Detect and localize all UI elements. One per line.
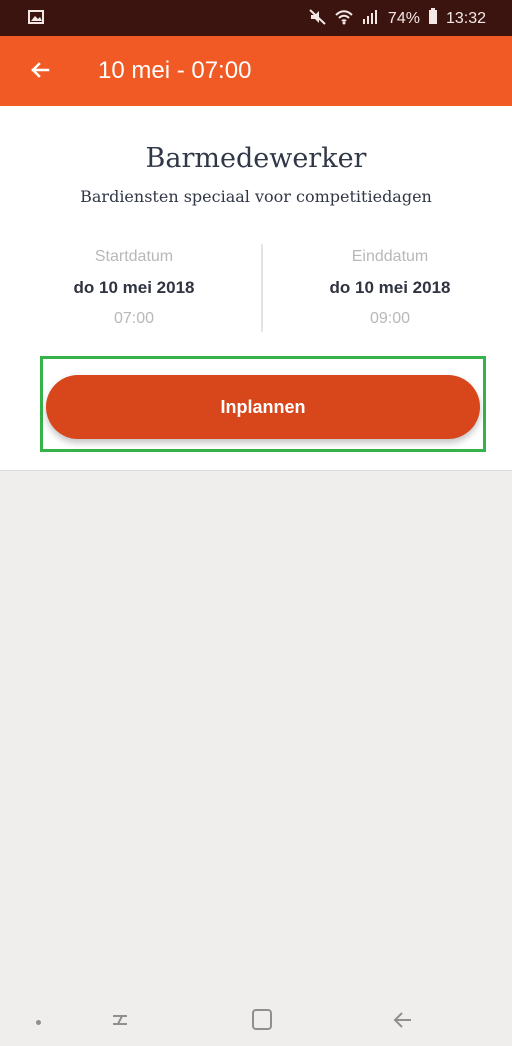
recent-apps-button[interactable] — [104, 1006, 136, 1034]
home-button[interactable] — [246, 1006, 278, 1034]
home-icon — [246, 1009, 278, 1037]
start-time-value: 07:00 — [113, 310, 155, 327]
start-date-value: do 10 mei 2018 — [73, 278, 195, 297]
system-back-button[interactable] — [387, 1006, 419, 1034]
shift-detail-card: Barmedewerker Bardiensten speciaal voor … — [0, 106, 512, 471]
start-date-label: Startdatum — [94, 248, 174, 265]
start-date-section: Startdatum do 10 mei 2018 07:00 — [24, 246, 244, 330]
shift-subtitle: Bardiensten speciaal voor competitiedage… — [80, 187, 432, 206]
status-bar: 74% 13:32 — [0, 0, 512, 36]
date-divider — [261, 244, 263, 332]
end-date-value: do 10 mei 2018 — [329, 278, 451, 297]
recent-apps-icon — [104, 1015, 136, 1037]
page-title: 10 mei - 07:00 — [98, 57, 252, 84]
signal-icon — [362, 9, 380, 30]
wifi-icon — [334, 9, 354, 30]
battery-percent: 74% — [387, 10, 420, 27]
back-arrow-icon — [28, 58, 52, 85]
dot-icon — [36, 1020, 41, 1025]
end-date-label: Einddatum — [351, 248, 429, 265]
image-icon — [28, 10, 44, 24]
status-icons: 74% 13:32 — [309, 8, 486, 30]
end-date-section: Einddatum do 10 mei 2018 09:00 — [280, 246, 500, 330]
schedule-button[interactable]: Inplannen — [46, 375, 480, 439]
shift-title: Barmedewerker — [145, 143, 367, 174]
back-icon — [387, 1012, 419, 1037]
mute-icon — [309, 8, 326, 30]
battery-icon — [428, 8, 438, 30]
end-time-value: 09:00 — [369, 310, 411, 327]
back-button[interactable] — [24, 55, 56, 87]
app-header: 10 mei - 07:00 — [0, 36, 512, 106]
status-time: 13:32 — [445, 10, 486, 27]
android-navigation-bar — [0, 990, 512, 1046]
